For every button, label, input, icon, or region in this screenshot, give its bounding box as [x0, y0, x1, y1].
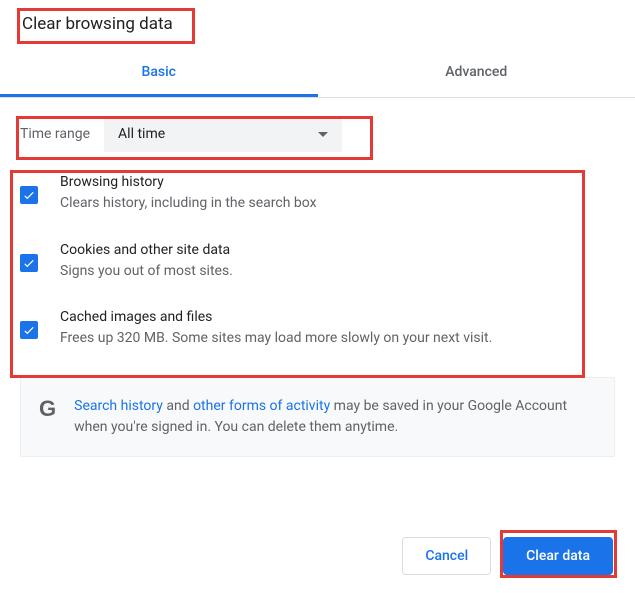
option-browsing-history: Browsing history Clears history, includi… — [20, 174, 615, 214]
tab-advanced[interactable]: Advanced — [318, 50, 635, 97]
clear-data-button[interactable]: Clear data — [503, 537, 613, 575]
option-desc: Frees up 320 MB. Some sites may load mor… — [60, 329, 615, 349]
other-activity-link[interactable]: other forms of activity — [193, 398, 330, 414]
tab-basic[interactable]: Basic — [0, 50, 318, 97]
option-cookies: Cookies and other site data Signs you ou… — [20, 242, 615, 282]
check-icon — [22, 188, 36, 202]
checkbox-browsing-history[interactable] — [20, 186, 38, 204]
option-text: Cookies and other site data Signs you ou… — [60, 242, 615, 282]
dialog-title: Clear browsing data — [0, 0, 191, 44]
cancel-button[interactable]: Cancel — [402, 537, 491, 575]
check-icon — [22, 256, 36, 270]
option-title: Cached images and files — [60, 309, 615, 325]
option-title: Browsing history — [60, 174, 615, 190]
google-logo-icon: G — [39, 396, 56, 422]
info-text: Search history and other forms of activi… — [74, 396, 596, 438]
time-range-label: Time range — [20, 126, 90, 142]
option-text: Browsing history Clears history, includi… — [60, 174, 615, 214]
option-text: Cached images and files Frees up 320 MB.… — [60, 309, 615, 349]
option-desc: Clears history, including in the search … — [60, 194, 615, 214]
option-cache: Cached images and files Frees up 320 MB.… — [20, 309, 615, 349]
search-history-link[interactable]: Search history — [74, 398, 163, 414]
checkbox-cache[interactable] — [20, 321, 38, 339]
time-range-value: All time — [118, 126, 165, 142]
tab-bar: Basic Advanced — [0, 50, 635, 98]
time-range-select[interactable]: All time — [104, 116, 342, 152]
check-icon — [22, 323, 36, 337]
option-title: Cookies and other site data — [60, 242, 615, 258]
option-desc: Signs you out of most sites. — [60, 262, 615, 282]
options-list: Browsing history Clears history, includi… — [20, 174, 615, 349]
time-range-row: Time range All time — [20, 116, 635, 152]
checkbox-cookies[interactable] — [20, 254, 38, 272]
chevron-down-icon — [318, 132, 328, 137]
dialog-buttons: Cancel Clear data — [402, 537, 613, 575]
clear-browsing-data-dialog: Clear browsing data Basic Advanced Time … — [0, 0, 635, 457]
google-account-info: G Search history and other forms of acti… — [20, 377, 615, 457]
